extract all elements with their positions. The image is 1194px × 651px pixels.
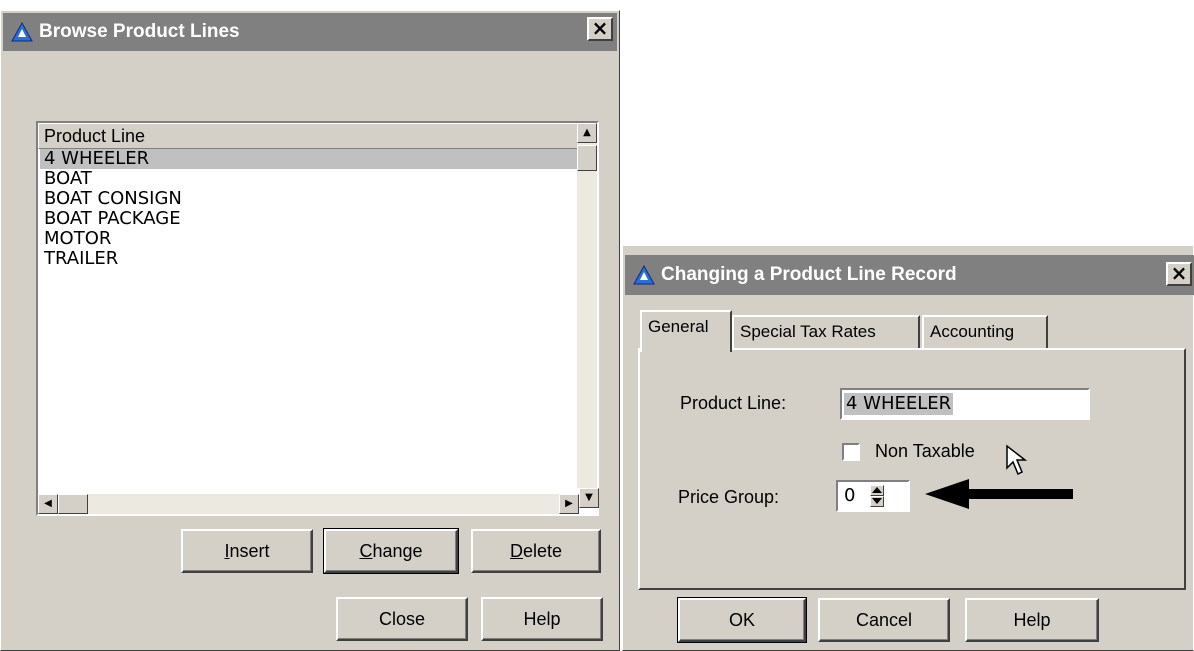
product-line-input[interactable]: 4 WHEELER bbox=[840, 388, 1090, 420]
browse-titlebar[interactable]: Browse Product Lines bbox=[3, 13, 617, 51]
scroll-down-icon[interactable]: ▼ bbox=[579, 488, 599, 508]
list-item[interactable]: MOTOR bbox=[40, 229, 577, 249]
scroll-right-icon[interactable]: ▶ bbox=[559, 494, 579, 514]
list-header-product-line[interactable]: Product Line bbox=[38, 123, 579, 149]
horizontal-scroll-thumb[interactable] bbox=[58, 494, 88, 514]
help-button[interactable]: Help bbox=[481, 597, 603, 641]
ok-button[interactable]: OK bbox=[677, 597, 807, 643]
vertical-scrollbar[interactable]: ▲ bbox=[577, 123, 597, 488]
spin-up-icon[interactable] bbox=[870, 485, 884, 496]
product-line-label: Product Line: bbox=[680, 393, 787, 413]
close-button[interactable]: Close bbox=[336, 597, 468, 641]
list-item[interactable]: TRAILER bbox=[40, 249, 577, 269]
browse-title: Browse Product Lines bbox=[39, 21, 240, 42]
app-triangle-icon bbox=[633, 264, 655, 285]
scroll-left-icon[interactable]: ◀ bbox=[38, 494, 58, 514]
cancel-button[interactable]: Cancel bbox=[818, 598, 950, 642]
insert-label: nsert bbox=[229, 540, 270, 561]
delete-label: elete bbox=[522, 540, 563, 561]
change-titlebar[interactable]: Changing a Product Line Record bbox=[625, 255, 1194, 295]
app-triangle-icon bbox=[11, 21, 33, 42]
change-mnemonic: C bbox=[359, 540, 373, 561]
insert-button[interactable]: Insert bbox=[181, 529, 313, 573]
browse-close-icon[interactable]: × bbox=[587, 17, 613, 41]
non-taxable-checkbox[interactable] bbox=[842, 443, 860, 461]
arrow-left-icon bbox=[925, 479, 1073, 509]
tab-accounting[interactable]: Accounting bbox=[922, 315, 1048, 349]
product-line-value: 4 WHEELER bbox=[844, 393, 954, 415]
non-taxable-label[interactable]: Non Taxable bbox=[875, 441, 975, 462]
change-button[interactable]: Change bbox=[323, 528, 459, 574]
list-item[interactable]: BOAT CONSIGN bbox=[40, 189, 577, 209]
list-item[interactable]: BOAT bbox=[40, 169, 577, 189]
price-group-spinner[interactable]: 0 bbox=[836, 480, 910, 512]
change-close-icon[interactable]: × bbox=[1166, 262, 1192, 286]
horizontal-scrollbar[interactable]: ◀ ▶ bbox=[38, 494, 579, 514]
general-tab-panel bbox=[638, 348, 1186, 590]
change-title: Changing a Product Line Record bbox=[661, 264, 957, 285]
list-item[interactable]: 4 WHEELER bbox=[40, 149, 577, 169]
mouse-pointer-icon bbox=[1006, 444, 1028, 476]
vertical-scroll-thumb[interactable] bbox=[577, 145, 597, 171]
tab-general[interactable]: General bbox=[640, 310, 732, 352]
list-item[interactable]: BOAT PACKAGE bbox=[40, 209, 577, 229]
spin-down-icon[interactable] bbox=[870, 496, 884, 507]
price-group-value: 0 bbox=[844, 485, 856, 506]
browse-product-lines-window: Browse Product Lines × Product Line 4 WH… bbox=[0, 10, 620, 651]
product-line-listbox[interactable]: Product Line 4 WHEELER BOAT BOAT CONSIGN… bbox=[36, 121, 599, 516]
price-group-label: Price Group: bbox=[678, 487, 780, 507]
delete-button[interactable]: Delete bbox=[471, 529, 601, 573]
tab-special-tax-rates[interactable]: Special Tax Rates bbox=[732, 315, 920, 349]
scroll-up-icon[interactable]: ▲ bbox=[577, 123, 597, 143]
change-label: hange bbox=[372, 540, 423, 561]
help-button[interactable]: Help bbox=[965, 598, 1099, 642]
delete-mnemonic: D bbox=[509, 540, 523, 561]
